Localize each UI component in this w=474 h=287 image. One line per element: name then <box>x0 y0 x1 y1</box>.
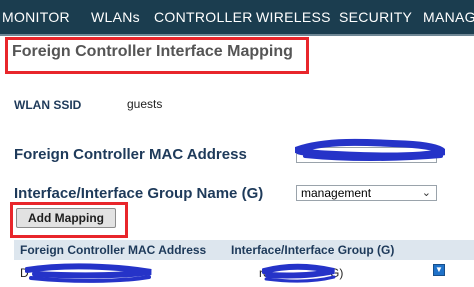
chevron-down-icon: ▼ <box>435 265 443 274</box>
wlan-ssid-value: guests <box>127 97 163 111</box>
page-title: Foreign Controller Interface Mapping <box>12 43 293 60</box>
wlan-ssid-label: WLAN SSID <box>14 98 82 112</box>
column-header-interface: Interface/Interface Group (G) <box>231 243 395 257</box>
mapping-table-header: Foreign Controller MAC Address Interface… <box>14 240 474 260</box>
nav-wireless[interactable]: WIRELESS <box>256 9 331 25</box>
nav-security[interactable]: SECURITY <box>339 9 412 25</box>
interface-select[interactable]: management ⌄ <box>296 185 437 201</box>
interface-label: Interface/Interface Group Name (G) <box>14 185 264 202</box>
nav-monitor[interactable]: MONITOR <box>2 9 70 25</box>
nav-management[interactable]: MANAGE <box>423 9 474 25</box>
nav-controller[interactable]: CONTROLLER <box>154 9 253 25</box>
row-action-dropdown-button[interactable]: ▼ <box>433 264 445 276</box>
nav-wlans[interactable]: WLANs <box>91 9 140 25</box>
add-mapping-button[interactable]: Add Mapping <box>16 208 116 228</box>
redaction-scribble <box>262 263 336 283</box>
column-header-mac: Foreign Controller MAC Address <box>20 243 207 257</box>
foreign-mac-label: Foreign Controller MAC Address <box>14 146 247 163</box>
redaction-scribble <box>25 263 152 283</box>
top-nav-bar: MONITOR WLANs CONTROLLER WIRELESS SECURI… <box>0 0 474 36</box>
redaction-scribble <box>295 138 445 161</box>
interface-select-value: management <box>301 186 372 200</box>
chevron-down-icon: ⌄ <box>421 187 431 199</box>
